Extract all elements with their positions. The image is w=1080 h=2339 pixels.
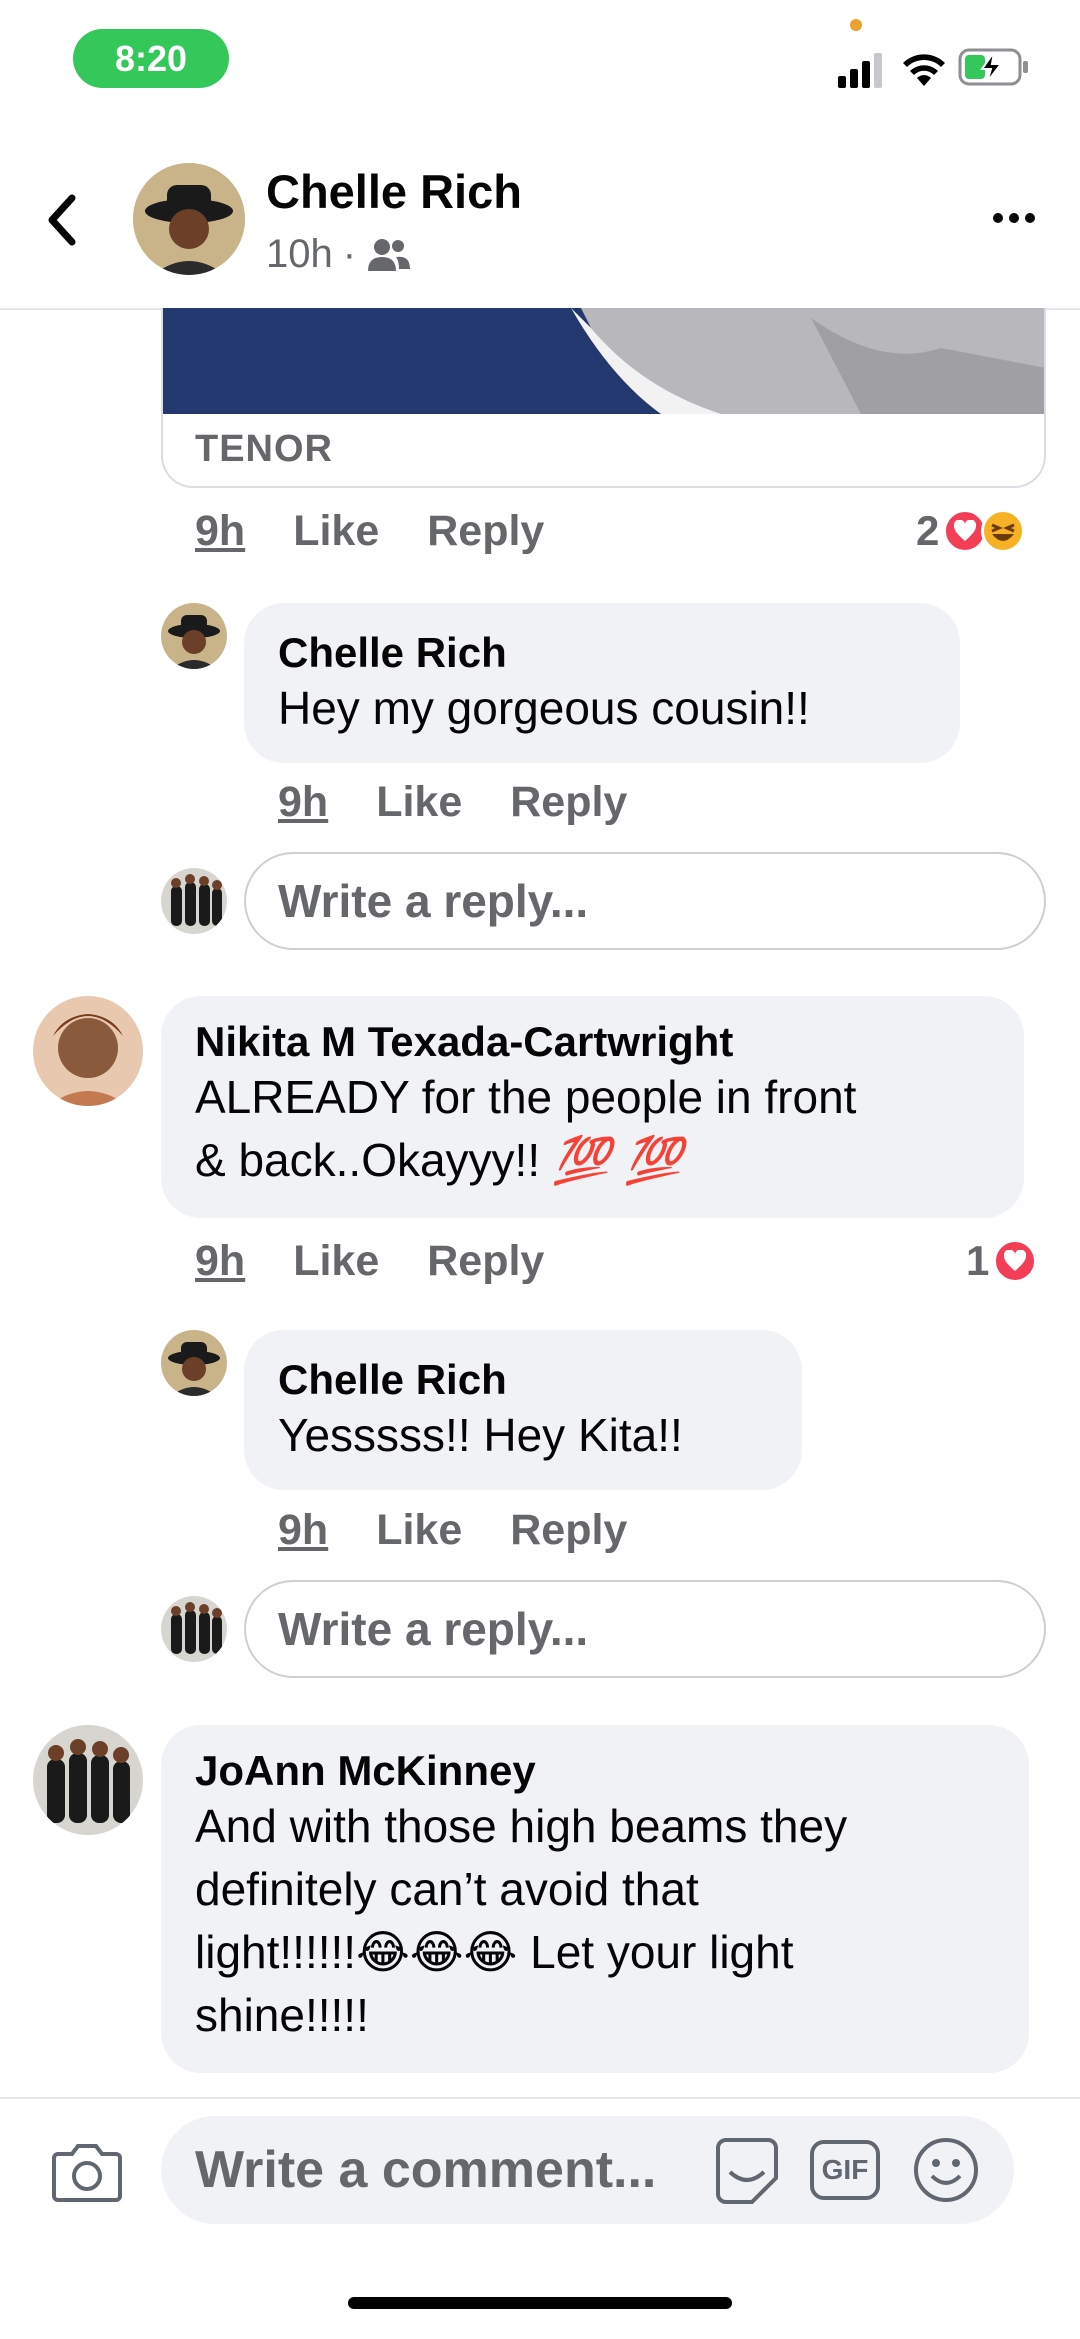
gif-provider-label: TENOR <box>195 428 333 470</box>
comment-input-placeholder: Write a comment... <box>195 2141 657 2199</box>
like-button[interactable]: Like <box>293 1237 379 1286</box>
reply-bubble[interactable]: Chelle Rich Hey my gorgeous cousin!! <box>244 603 960 763</box>
reaction-summary[interactable]: 2 <box>916 507 1026 555</box>
post-time: 10h <box>266 232 333 276</box>
comment-text-line: shine!!!!! <box>195 1989 369 2041</box>
reply-time[interactable]: 9h <box>278 778 328 827</box>
friends-audience-icon <box>368 238 411 271</box>
comment-author[interactable]: JoAnn McKinney <box>195 1747 995 1795</box>
emoji-icon[interactable] <box>912 2136 980 2204</box>
post-meta: 10h · <box>266 232 412 277</box>
comment-bubble[interactable]: Nikita M Texada-Cartwright ALREADY for t… <box>161 996 1024 1218</box>
home-indicator <box>348 2297 732 2309</box>
privacy-indicator-dot <box>850 19 862 31</box>
reply-author[interactable]: Chelle Rich <box>278 629 926 677</box>
haha-icon <box>981 509 1026 553</box>
comment-input[interactable]: Write a comment... <box>161 2116 1014 2224</box>
reply-button[interactable]: Reply <box>427 1237 544 1286</box>
sticker-icon[interactable] <box>712 2138 782 2204</box>
reaction-count: 1 <box>966 1237 990 1284</box>
reply-actions: 9h Like Reply <box>278 778 627 827</box>
reply-text: Hey my gorgeous cousin!! <box>278 682 810 734</box>
comment-actions: 9h Like Reply <box>195 1237 544 1286</box>
camera-icon[interactable] <box>52 2140 122 2202</box>
reply-button[interactable]: Reply <box>510 1506 627 1555</box>
reply-input[interactable]: Write a reply... <box>244 852 1046 950</box>
reply-button[interactable]: Reply <box>427 507 544 556</box>
like-button[interactable]: Like <box>376 1506 462 1555</box>
reply-avatar[interactable] <box>161 603 227 669</box>
cellular-signal-icon <box>838 53 882 88</box>
meta-separator: · <box>342 232 357 276</box>
comment-text-line: ALREADY for the people in front <box>195 1071 857 1123</box>
like-button[interactable]: Like <box>376 778 462 827</box>
battery-charging-icon <box>958 48 1028 86</box>
like-button[interactable]: Like <box>293 507 379 556</box>
comment-text-line: definitely can’t avoid that <box>195 1863 699 1915</box>
reply-text: Yesssss!! Hey Kita!! <box>278 1409 683 1461</box>
poster-name[interactable]: Chelle Rich <box>266 164 522 219</box>
status-time: 8:20 <box>73 29 229 88</box>
reply-author[interactable]: Chelle Rich <box>278 1356 768 1404</box>
reply-avatar[interactable] <box>161 1330 227 1396</box>
comment-time[interactable]: 9h <box>195 1237 245 1286</box>
gif-button[interactable]: GIF <box>810 2140 880 2200</box>
current-user-avatar <box>161 1596 227 1662</box>
reply-button[interactable]: Reply <box>510 778 627 827</box>
comment-text-span: Let your light <box>517 1926 794 1978</box>
reply-time[interactable]: 9h <box>278 1506 328 1555</box>
comment-text-line: & back..Okayyy!! 💯 💯 <box>195 1129 990 1192</box>
reply-input[interactable]: Write a reply... <box>244 1580 1046 1678</box>
comment-text-span: light!!!!!! <box>195 1926 357 1978</box>
more-options-icon[interactable] <box>990 200 1038 236</box>
comment-author[interactable]: Nikita M Texada-Cartwright <box>195 1018 990 1066</box>
comment-bubble[interactable]: JoAnn McKinney And with those high beams… <box>161 1725 1029 2073</box>
reply-actions: 9h Like Reply <box>278 1506 627 1555</box>
wifi-icon <box>903 54 945 86</box>
poster-avatar[interactable] <box>133 163 245 275</box>
back-icon[interactable] <box>42 190 82 250</box>
reaction-summary[interactable]: 1 <box>966 1237 1038 1285</box>
love-icon <box>993 1239 1038 1283</box>
comment-text-span: & back..Okayyy!! <box>195 1134 541 1186</box>
current-user-avatar <box>161 868 227 934</box>
reaction-count: 2 <box>916 507 940 554</box>
comment-actions: 9h Like Reply <box>195 507 544 556</box>
tears-of-joy-emoji: 😂😂😂 <box>356 1925 518 1979</box>
reply-bubble[interactable]: Chelle Rich Yesssss!! Hey Kita!! <box>244 1330 802 1490</box>
comment-time[interactable]: 9h <box>195 507 245 556</box>
hundred-emoji: 💯 💯 <box>552 1133 683 1187</box>
commenter-avatar[interactable] <box>33 1725 143 1835</box>
comment-text-line: light!!!!!!😂😂😂 Let your light <box>195 1921 995 1984</box>
commenter-avatar[interactable] <box>33 996 143 1106</box>
comment-text-line: And with those high beams they <box>195 1800 848 1852</box>
